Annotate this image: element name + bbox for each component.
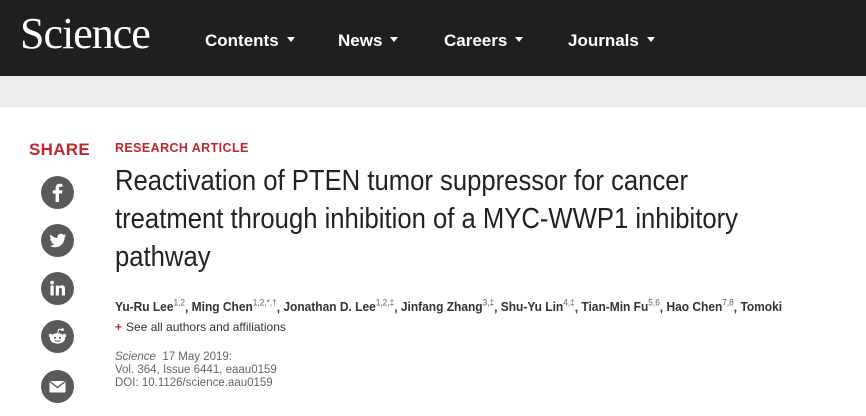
nav-news[interactable]: News	[338, 30, 399, 52]
author-list: Yu-Ru Lee1,2, Ming Chen1,2,*,†, Jonathan…	[115, 298, 782, 314]
share-reddit-button[interactable]	[41, 320, 74, 353]
journal-name: Science	[115, 351, 156, 363]
plus-icon: +	[115, 320, 123, 334]
share-facebook-button[interactable]	[41, 176, 74, 209]
see-all-authors-link[interactable]: + See all authors and affiliations	[115, 320, 286, 334]
author-affiliation: 1,2,*,†	[252, 298, 277, 308]
author-separator: ,	[394, 299, 401, 315]
share-twitter-button[interactable]	[41, 224, 74, 257]
doi[interactable]: DOI: 10.1126/science.aau0159	[115, 377, 277, 390]
chevron-down-icon	[390, 37, 399, 43]
publication-date: 17 May 2019:	[162, 351, 232, 363]
share-linkedin-button[interactable]	[41, 272, 74, 305]
article-title: Reactivation of PTEN tumor suppressor fo…	[115, 165, 738, 273]
author-affiliation: 1,2,‡	[375, 298, 395, 308]
author-affiliation: 7,8	[722, 298, 734, 308]
article-type-label: RESEARCH ARTICLE	[115, 141, 249, 155]
chevron-down-icon	[286, 37, 295, 43]
nav-contents-label: Contents	[205, 31, 279, 50]
facebook-icon	[52, 183, 63, 202]
author-name: Jonathan D. Lee	[283, 299, 376, 315]
email-icon	[49, 380, 66, 393]
author-separator: ,	[733, 299, 741, 315]
see-all-authors-label: See all authors and affiliations	[126, 320, 286, 334]
share-label: SHARE	[29, 140, 91, 159]
divider	[0, 106, 866, 107]
chevron-down-icon	[515, 37, 524, 43]
citation-info: Science 17 May 2019: Vol. 364, Issue 644…	[115, 351, 277, 390]
author-name: Ming Chen	[191, 299, 253, 315]
nav-news-label: News	[338, 31, 383, 50]
author-link[interactable]: Ming Chen1,2,*,†	[191, 298, 277, 315]
nav-careers[interactable]: Careers	[444, 30, 524, 52]
citation-date-line: Science 17 May 2019:	[115, 351, 277, 364]
author-link[interactable]: Jinfang Zhang3,‡	[400, 298, 495, 315]
author-link[interactable]: Shu-Yu Lin4,‡	[500, 298, 575, 315]
author-link[interactable]: Tomoki Is...	[740, 299, 782, 314]
author-link[interactable]: Jonathan D. Lee1,2,‡	[283, 298, 395, 315]
chevron-down-icon	[646, 37, 655, 43]
author-name: Jinfang Zhang	[400, 299, 483, 315]
volume-issue: Vol. 364, Issue 6441, eaau0159	[115, 364, 277, 376]
author-name: Yu-Ru Lee	[115, 299, 174, 315]
author-link[interactable]: Hao Chen7,8	[666, 298, 734, 315]
author-affiliation: 5,6	[648, 298, 660, 308]
top-navbar: Science Contents News Careers Journals	[0, 0, 866, 76]
author-link[interactable]: Tian-Min Fu5,6	[581, 298, 660, 315]
share-email-button[interactable]	[41, 370, 74, 403]
reddit-icon	[48, 328, 67, 344]
author-link[interactable]: Yu-Ru Lee1,2	[115, 298, 186, 315]
nav-journals[interactable]: Journals	[568, 30, 655, 52]
twitter-icon	[49, 233, 66, 248]
nav-careers-label: Careers	[444, 31, 508, 50]
nav-contents[interactable]: Contents	[205, 30, 295, 52]
science-logo[interactable]: Science	[20, 8, 151, 60]
author-affiliation: 1,2	[173, 298, 186, 308]
author-affiliation: 4,‡	[563, 298, 575, 308]
sub-bar	[0, 76, 866, 106]
author-name: Hao Chen	[666, 299, 723, 315]
author-name: Tian-Min Fu	[581, 299, 649, 315]
author-affiliation: 3,‡	[482, 298, 495, 308]
linkedin-icon	[50, 280, 65, 296]
author-name: Tomoki Is...	[740, 299, 782, 315]
author-name: Shu-Yu Lin	[500, 299, 564, 315]
author-separator: ,	[574, 299, 582, 315]
nav-journals-label: Journals	[568, 31, 639, 50]
